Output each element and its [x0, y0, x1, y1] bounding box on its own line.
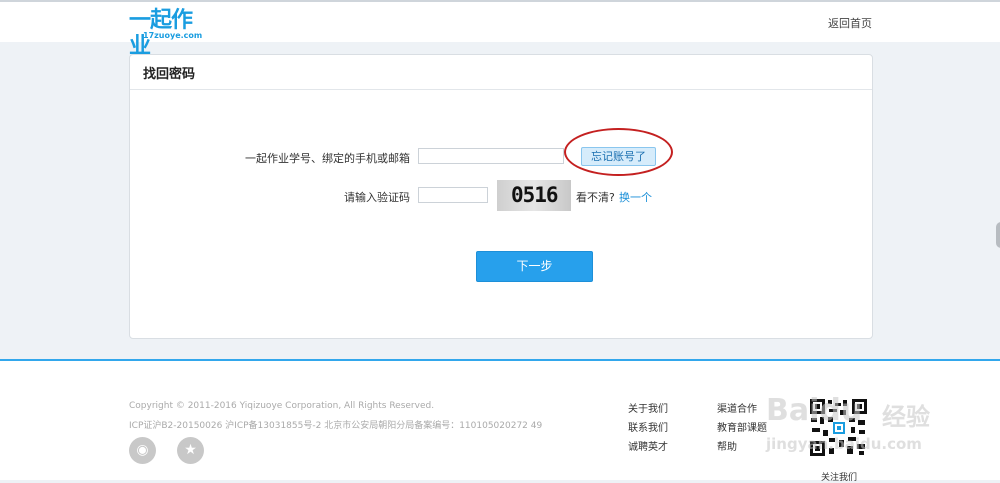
footer-link-research[interactable]: 教育部课题: [717, 419, 767, 434]
watermark-cn: 经验: [882, 403, 930, 431]
home-link[interactable]: 返回首页: [828, 15, 872, 31]
weibo-icon[interactable]: ◉: [129, 437, 156, 464]
scroll-handle[interactable]: [996, 222, 1000, 248]
footer-link-help[interactable]: 帮助: [717, 438, 737, 453]
captcha-label: 请输入验证码: [344, 191, 410, 204]
footer: Copyright © 2011-2016 Yiqizuoye Corporat…: [0, 361, 1000, 483]
next-button[interactable]: 下一步: [476, 251, 593, 282]
icp-text: ICP证沪B2-20150026 沪ICP备13031855号-2 北京市公安局…: [129, 421, 543, 431]
footer-link-jobs[interactable]: 诚聘英才: [628, 438, 668, 453]
change-captcha-link[interactable]: 换一个: [619, 189, 652, 205]
panel-header: 找回密码: [130, 55, 872, 90]
captcha-image-text: 0516: [511, 183, 559, 207]
account-input[interactable]: [418, 148, 564, 164]
logo-subtext: 17zuoye.com: [143, 31, 203, 40]
highlight-circle: [564, 128, 673, 176]
captcha-image[interactable]: 0516: [497, 180, 571, 211]
account-label: 一起作业学号、绑定的手机或邮箱: [245, 152, 410, 165]
footer-link-about[interactable]: 关于我们: [628, 400, 668, 415]
follow-us-label: 关注我们: [821, 473, 858, 483]
footer-link-channel[interactable]: 渠道合作: [717, 400, 757, 415]
star-icon[interactable]: ★: [177, 437, 204, 464]
header: 一起作业 17zuoye.com 返回首页: [0, 2, 1000, 59]
logo[interactable]: 一起作业 17zuoye.com: [129, 8, 205, 59]
copyright-text: Copyright © 2011-2016 Yiqizuoye Corporat…: [129, 401, 435, 411]
page-title: 找回密码: [143, 67, 196, 82]
captcha-input[interactable]: [418, 187, 488, 203]
qr-code-icon: [809, 398, 868, 457]
find-password-panel: 找回密码 一起作业学号、绑定的手机或邮箱 忘记账号了 请输入验证码 0516 看…: [129, 54, 873, 339]
footer-link-contact[interactable]: 联系我们: [628, 419, 668, 434]
unclear-text: 看不清?: [576, 191, 615, 204]
